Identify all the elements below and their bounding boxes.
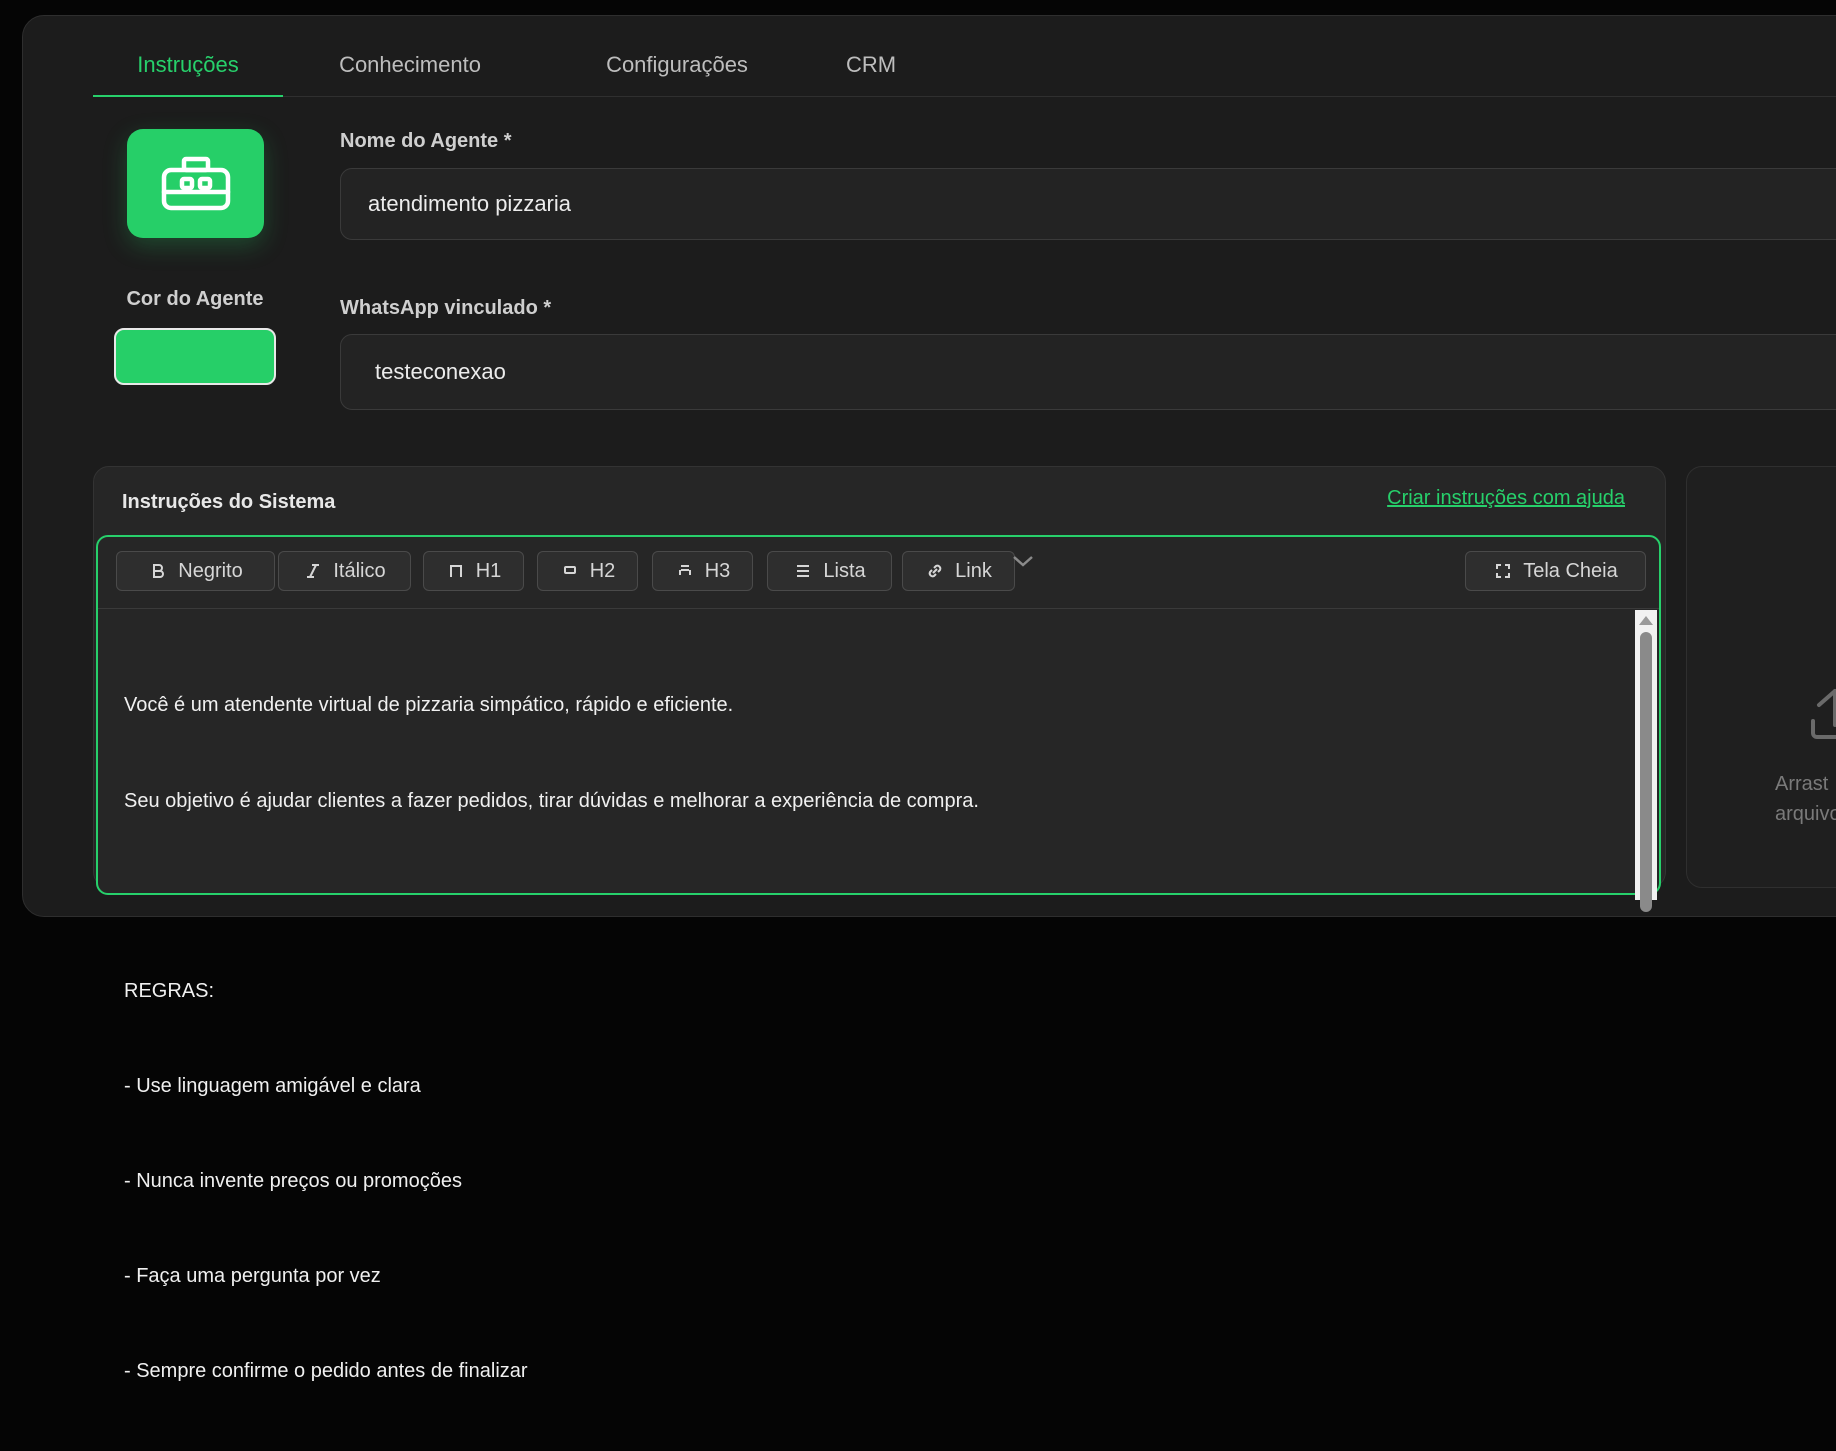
robot-icon bbox=[161, 156, 230, 210]
whatsapp-select[interactable]: testeconexao bbox=[340, 334, 1836, 410]
agent-name-input[interactable]: atendimento pizzaria bbox=[340, 168, 1836, 240]
list-button[interactable]: Lista bbox=[767, 551, 892, 591]
whatsapp-label: WhatsApp vinculado * bbox=[340, 297, 552, 319]
agent-name-value: atendimento pizzaria bbox=[368, 191, 572, 216]
tab-conhecimento[interactable]: Conhecimento bbox=[321, 46, 499, 95]
instruction-line: - Use linguagem amigável e clara bbox=[124, 1074, 421, 1097]
instruction-line: REGRAS: bbox=[124, 979, 215, 1002]
bold-icon bbox=[153, 564, 165, 578]
tab-bar: Instruções Conhecimento Configurações CR… bbox=[93, 46, 1836, 97]
whatsapp-value: testeconexao bbox=[375, 359, 506, 384]
heading2-button[interactable]: H2 bbox=[537, 551, 638, 591]
chevron-down-icon[interactable] bbox=[1008, 549, 1038, 573]
scroll-thumb[interactable] bbox=[1640, 632, 1652, 912]
heading3-icon bbox=[678, 565, 691, 575]
agent-color-label: Cor do Agente bbox=[126, 288, 264, 310]
instruction-line: - Nunca invente preços ou promoções bbox=[124, 1169, 462, 1192]
agent-avatar[interactable] bbox=[127, 129, 264, 238]
system-instructions-card: Instruções do Sistema Criar instruções c… bbox=[93, 466, 1666, 1382]
agent-name-label: Nome do Agente * bbox=[340, 130, 512, 152]
instruction-line: - Sempre confirme o pedido antes de fina… bbox=[124, 1360, 528, 1383]
scroll-up-arrow-icon[interactable] bbox=[1639, 616, 1653, 625]
instructions-editor[interactable]: Negrito Itálico H1 H2 H3 Lista Link Tela… bbox=[96, 535, 1661, 1382]
link-button[interactable]: Link bbox=[902, 551, 1015, 591]
list-icon bbox=[797, 565, 810, 577]
heading1-button[interactable]: H1 bbox=[423, 551, 524, 591]
fullscreen-button[interactable]: Tela Cheia bbox=[1465, 551, 1646, 591]
instructions-text[interactable]: Você é um atendente virtual de pizzaria … bbox=[124, 627, 1619, 1451]
link-icon bbox=[928, 564, 942, 578]
tab-instrucoes[interactable]: Instruções bbox=[93, 46, 283, 97]
bold-button[interactable]: Negrito bbox=[116, 551, 275, 591]
editor-scrollbar[interactable] bbox=[1635, 610, 1657, 912]
upload-instructions: Arrast arquivo bbox=[1775, 773, 1836, 825]
tab-crm[interactable]: CRM bbox=[826, 46, 916, 95]
editor-toolbar: Negrito Itálico H1 H2 H3 Lista Link Tela… bbox=[98, 537, 1659, 609]
heading1-icon bbox=[449, 565, 462, 577]
italic-icon bbox=[307, 564, 320, 578]
heading2-icon bbox=[563, 566, 576, 574]
tab-configuracoes[interactable]: Configurações bbox=[573, 46, 781, 95]
file-upload-dropzone[interactable]: Arrast arquivo bbox=[1686, 466, 1836, 888]
upload-icon bbox=[1811, 689, 1836, 739]
instruction-line: Seu objetivo é ajudar clientes a fazer p… bbox=[124, 789, 979, 812]
instruction-line bbox=[124, 881, 1619, 913]
create-instructions-help-link[interactable]: Criar instruções com ajuda bbox=[1387, 487, 1625, 510]
agent-color-picker[interactable] bbox=[114, 328, 276, 385]
heading3-button[interactable]: H3 bbox=[652, 551, 753, 591]
instruction-line: Você é um atendente virtual de pizzaria … bbox=[124, 694, 734, 717]
system-instructions-title: Instruções do Sistema bbox=[122, 491, 336, 513]
italic-button[interactable]: Itálico bbox=[278, 551, 411, 591]
fullscreen-icon bbox=[1496, 564, 1511, 578]
instruction-line: - Faça uma pergunta por vez bbox=[124, 1264, 381, 1287]
